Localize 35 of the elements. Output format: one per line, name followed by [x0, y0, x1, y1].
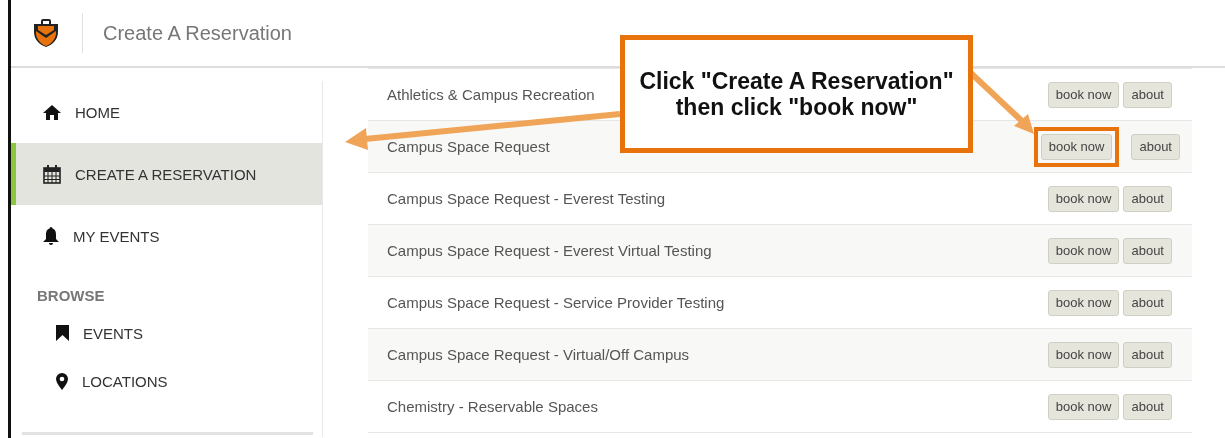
- list-item-name: Chemistry - Reservable Spaces: [387, 398, 599, 415]
- about-button[interactable]: about: [1123, 81, 1172, 108]
- nav-item[interactable]: HOME: [11, 81, 322, 143]
- book-now-button[interactable]: book now: [1040, 133, 1113, 160]
- calendar-icon: [43, 164, 61, 184]
- about-button[interactable]: about: [1123, 341, 1172, 368]
- bookmark-icon: [56, 325, 69, 341]
- nav-item[interactable]: CREATE A RESERVATION: [11, 143, 322, 205]
- bell-icon: [43, 227, 59, 245]
- nav-item[interactable]: MY EVENTS: [11, 205, 322, 267]
- book-now-button[interactable]: book now: [1047, 289, 1120, 316]
- book-now-button[interactable]: book now: [1047, 185, 1120, 212]
- list-item-name: Athletics & Campus Recreation: [387, 86, 596, 103]
- book-now-button[interactable]: book now: [1047, 393, 1120, 420]
- about-button[interactable]: about: [1123, 185, 1172, 212]
- map-pin-icon: [56, 372, 68, 390]
- book-now-button[interactable]: book now: [1047, 237, 1120, 264]
- about-button[interactable]: about: [1131, 133, 1180, 160]
- book-now-button[interactable]: book now: [1047, 81, 1120, 108]
- list-item-name: Campus Space Request - Virtual/Off Campus: [387, 346, 691, 363]
- list-item-name: Campus Space Request - Everest Virtual Testing: [387, 242, 713, 259]
- list-item-name: Campus Space Request - Service Provider Testing: [387, 294, 726, 311]
- callout: Click "Create A Reservation" then click "book now": [620, 35, 973, 153]
- nav-item[interactable]: EVENTS: [11, 309, 322, 357]
- about-button[interactable]: about: [1123, 289, 1172, 316]
- list-item-name: Campus Space Request: [387, 138, 551, 155]
- book-now-button[interactable]: book now: [1047, 341, 1120, 368]
- about-button[interactable]: about: [1123, 237, 1172, 264]
- section-heading: BROWSE: [36, 286, 106, 306]
- home-icon: [43, 104, 61, 120]
- shield-logo[interactable]: [33, 18, 59, 48]
- nav-item[interactable]: LOCATIONS: [11, 357, 322, 405]
- list-item-name: Campus Space Request - Everest Testing: [387, 190, 667, 207]
- about-button[interactable]: about: [1123, 393, 1172, 420]
- page-title: Create A Reservation: [103, 21, 292, 45]
